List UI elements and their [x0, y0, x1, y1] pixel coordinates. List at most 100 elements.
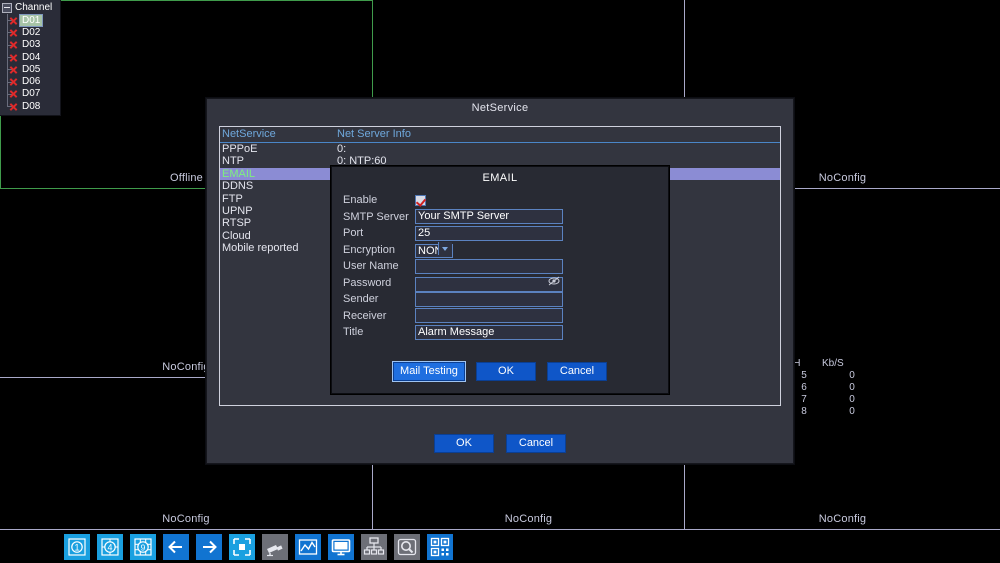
- email-title-label: Title: [343, 326, 364, 339]
- video-cell-status: NoConfig: [162, 513, 210, 525]
- channel-item-d03[interactable]: D03: [0, 39, 60, 51]
- tour-view-button[interactable]: [229, 534, 255, 560]
- disconnected-x-icon: [9, 16, 18, 25]
- email-sender-input[interactable]: [415, 291, 563, 307]
- channel-item-d02[interactable]: D02: [0, 26, 60, 38]
- bitrate-graph-button[interactable]: [295, 534, 321, 560]
- channel-item-label: D01: [18, 13, 44, 27]
- email-enable-label: Enable: [343, 194, 378, 207]
- email-enable-row: Enable: [332, 192, 668, 209]
- email-enable-checkbox[interactable]: [415, 194, 426, 206]
- email-sender-row: Sender: [332, 291, 668, 308]
- netservice-row-name: NTP: [222, 155, 244, 168]
- svg-text:4: 4: [107, 543, 112, 553]
- bitrate-value: 0: [849, 406, 855, 417]
- email-cancel-button[interactable]: Cancel: [547, 362, 607, 381]
- email-username-label: User Name: [343, 260, 399, 273]
- channel-item-d01[interactable]: D01: [0, 13, 60, 27]
- email-receiver-label: Receiver: [343, 309, 387, 322]
- email-password-input[interactable]: [415, 276, 563, 292]
- disconnected-x-icon: [9, 77, 18, 86]
- email-encryption-row: Encryption NONE: [332, 241, 668, 259]
- bitrate-row: 80: [786, 406, 882, 418]
- netservice-table-header: NetService Net Server Info: [220, 127, 780, 143]
- disconnected-x-icon: [9, 40, 18, 49]
- netservice-row-pppoe[interactable]: PPPoE 0:: [220, 143, 780, 155]
- email-smtp-input[interactable]: [415, 209, 563, 225]
- channel-item-d07[interactable]: D07: [0, 88, 60, 100]
- channel-item-label: D02: [22, 26, 41, 38]
- bitrate-col-kbs: Kb/S: [822, 358, 844, 369]
- bitrate-value: 0: [849, 370, 855, 381]
- tree-collapse-icon[interactable]: [2, 2, 12, 13]
- display-output-button[interactable]: [328, 534, 354, 560]
- bitrate-header-row: CH Kb/S: [786, 358, 882, 370]
- email-smtp-row: SMTP Server: [332, 209, 668, 226]
- netservice-row-name: FTP: [222, 192, 243, 205]
- next-page-button[interactable]: [196, 534, 222, 560]
- netservice-ok-button[interactable]: OK: [434, 434, 494, 453]
- bitrate-row: 70: [786, 394, 882, 406]
- email-encryption-select[interactable]: NONE: [415, 241, 453, 259]
- email-ok-button[interactable]: OK: [476, 362, 536, 381]
- channel-tree-title: Channel: [15, 2, 53, 13]
- channel-item-d08[interactable]: D08: [0, 100, 60, 112]
- netservice-cancel-button[interactable]: Cancel: [506, 434, 566, 453]
- camera-config-button: [262, 534, 288, 560]
- channel-tree-panel: Channel D01 D02 D03 D04 D05 D06 D07 D08: [0, 0, 61, 116]
- netservice-button-bar: OK Cancel: [207, 434, 793, 453]
- email-title-row: Title: [332, 324, 668, 341]
- channel-item-label: D05: [22, 63, 41, 75]
- netservice-row-name: Mobile reported: [222, 242, 299, 255]
- email-title-input[interactable]: [415, 324, 563, 340]
- channel-item-label: D03: [22, 39, 41, 51]
- email-receiver-input[interactable]: [415, 308, 563, 324]
- view-9-split-button[interactable]: 9: [130, 534, 156, 560]
- netservice-row-info: 0:: [337, 143, 347, 155]
- bitrate-table: CH Kb/S 50607080: [786, 358, 882, 418]
- channel-tree-header[interactable]: Channel: [0, 0, 60, 14]
- netservice-col-name: NetService: [222, 128, 276, 140]
- email-dialog-title: EMAIL: [482, 172, 518, 184]
- disconnected-x-icon: [9, 28, 18, 37]
- channel-item-d06[interactable]: D06: [0, 75, 60, 87]
- disconnected-x-icon: [9, 53, 18, 62]
- disconnected-x-icon: [9, 89, 18, 98]
- email-username-row: User Name: [332, 258, 668, 275]
- view-1-split-button[interactable]: 1: [64, 534, 90, 560]
- view-4-split-button[interactable]: 4: [97, 534, 123, 560]
- email-receiver-row: Receiver: [332, 308, 668, 325]
- email-port-label: Port: [343, 227, 364, 240]
- chevron-down-icon[interactable]: [437, 241, 452, 255]
- video-cell-status: NoConfig: [504, 513, 553, 525]
- netservice-col-info: Net Server Info: [337, 128, 411, 140]
- channel-item-label: D04: [22, 51, 41, 63]
- email-port-input[interactable]: [415, 225, 563, 241]
- channel-item-d04[interactable]: D04: [0, 51, 60, 63]
- netservice-row-name: DDNS: [222, 180, 254, 193]
- bitrate-value: 0: [849, 394, 855, 405]
- netservice-dialog-title: NetService: [471, 102, 529, 114]
- video-cell-status: NoConfig: [818, 513, 867, 525]
- email-smtp-label: SMTP Server: [343, 210, 409, 223]
- email-password-wrapper: [415, 274, 563, 292]
- email-port-row: Port: [332, 225, 668, 242]
- channel-item-label: D06: [22, 76, 41, 88]
- channel-item-label: D07: [22, 88, 41, 100]
- bitrate-row: 50: [786, 370, 882, 382]
- svg-text:9: 9: [141, 542, 146, 552]
- email-sender-label: Sender: [343, 293, 379, 306]
- mail-testing-button[interactable]: Mail Testing: [392, 361, 466, 382]
- email-dialog: EMAIL Enable SMTP Server Port Encryption…: [331, 166, 669, 394]
- prev-page-button[interactable]: [163, 534, 189, 560]
- netservice-row-name: PPPoE: [222, 143, 258, 155]
- channel-item-d05[interactable]: D05: [0, 63, 60, 75]
- disconnected-x-icon: [9, 102, 18, 111]
- channel-list: D01 D02 D03 D04 D05 D06 D07 D08: [0, 13, 60, 112]
- netservice-row-name: Cloud: [222, 229, 251, 242]
- email-username-input[interactable]: [415, 258, 563, 274]
- bitrate-row: 60: [786, 382, 882, 394]
- qr-code-button[interactable]: [427, 534, 453, 560]
- email-button-bar: Mail Testing OK Cancel: [332, 361, 668, 382]
- network-tree-button: [361, 534, 387, 560]
